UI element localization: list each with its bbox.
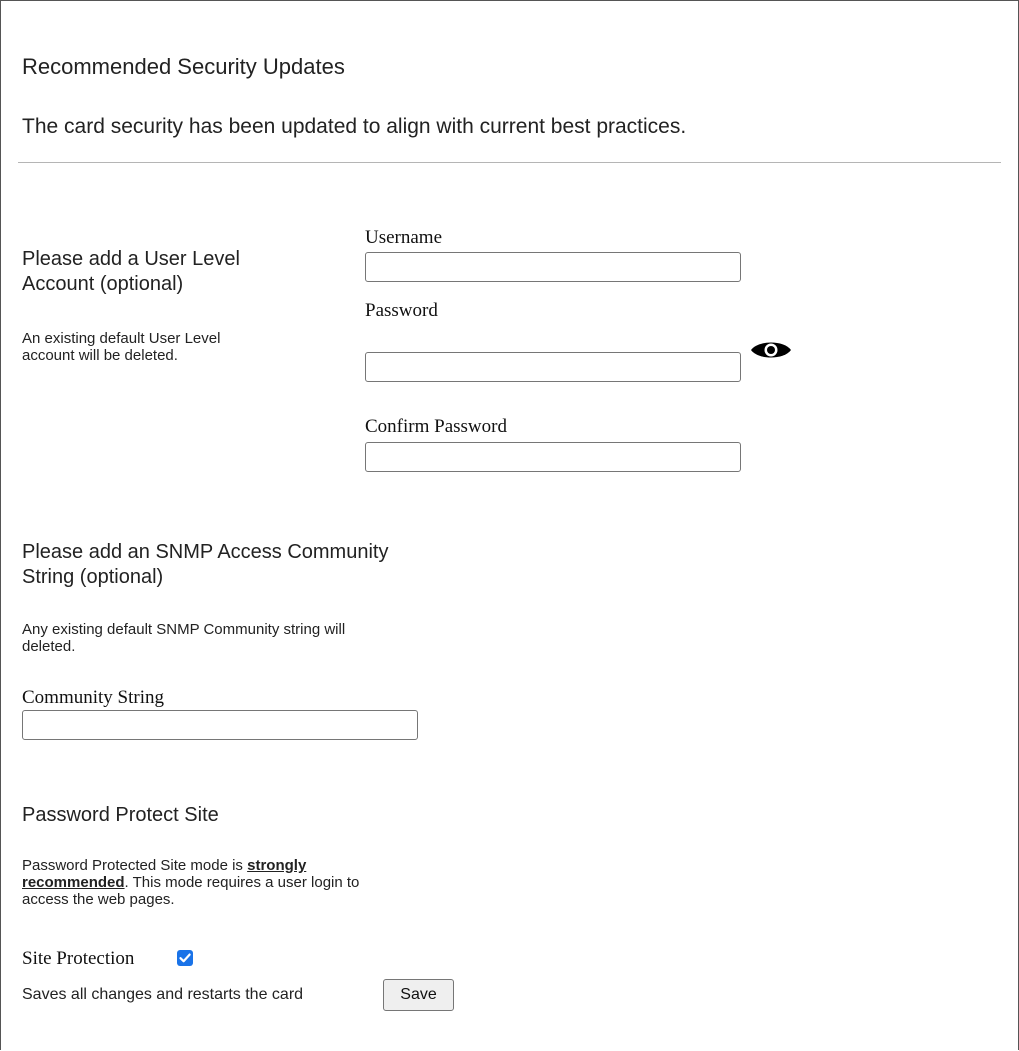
password-protect-note-line1: Password Protected Site mode is strongly <box>22 857 359 874</box>
recommended-text: recommended <box>22 874 125 891</box>
password-label: Password <box>365 300 438 321</box>
snmp-heading-line2: String (optional) <box>22 566 164 588</box>
user-account-heading: Please add a User Level Account (optiona… <box>22 247 240 297</box>
page-subtitle: The card security has been updated to al… <box>22 115 687 138</box>
password-protect-note: Password Protected Site mode is strongly… <box>22 857 359 908</box>
username-label: Username <box>365 227 443 248</box>
user-account-note: An existing default User Level account w… <box>22 330 220 364</box>
user-account-heading-line2: Account (optional) <box>22 273 184 295</box>
password-protect-heading: Password Protect Site <box>22 804 219 826</box>
note-prefix: Password Protected Site mode is <box>22 857 248 874</box>
community-string-input[interactable] <box>22 710 418 740</box>
user-account-note-line2: account will be deleted. <box>22 347 178 364</box>
save-note: Saves all changes and restarts the card <box>22 986 304 1003</box>
site-protection-checkbox[interactable] <box>177 950 193 966</box>
username-input[interactable] <box>365 252 741 282</box>
snmp-note: Any existing default SNMP Community stri… <box>22 621 345 655</box>
confirm-password-label: Confirm Password <box>365 416 507 437</box>
snmp-note-line2: deleted. <box>22 638 76 655</box>
snmp-heading-line1: Please add an SNMP Access Community <box>22 541 389 563</box>
save-button[interactable]: Save <box>383 979 454 1011</box>
eye-icon[interactable] <box>749 337 793 363</box>
user-account-heading-line1: Please add a User Level <box>22 248 240 270</box>
divider <box>18 162 1001 163</box>
snmp-note-line1: Any existing default SNMP Community stri… <box>22 621 346 638</box>
community-string-label: Community String <box>22 687 164 708</box>
password-protect-note-line2: recommended. This mode requires a user l… <box>22 874 359 891</box>
snmp-heading: Please add an SNMP Access Community Stri… <box>22 540 388 590</box>
user-account-note-line1: An existing default User Level <box>22 330 221 347</box>
strongly-text: strongly <box>247 857 307 874</box>
password-input[interactable] <box>365 352 741 382</box>
confirm-password-input[interactable] <box>365 442 741 472</box>
password-protect-note-line3: access the web pages. <box>22 891 175 908</box>
check-icon <box>179 953 191 963</box>
page-title: Recommended Security Updates <box>22 54 345 79</box>
site-protection-label: Site Protection <box>22 948 135 969</box>
page-frame: Recommended Security Updates The card se… <box>0 0 1019 1050</box>
note-suffix: . This mode requires a user login to <box>124 874 360 891</box>
